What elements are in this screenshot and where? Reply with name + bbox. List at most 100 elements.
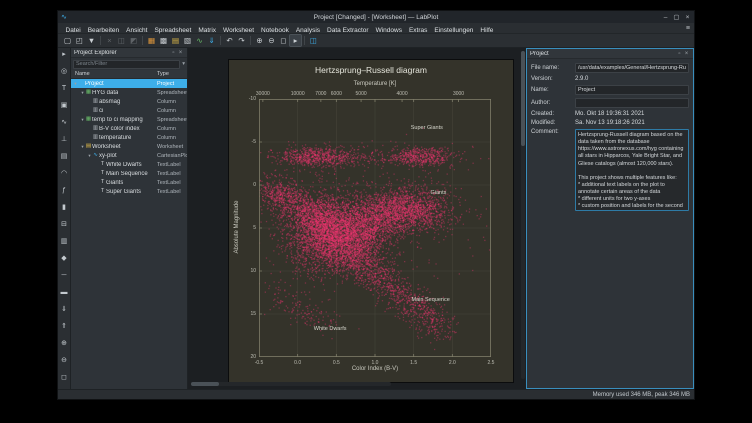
tree-item-type: Column <box>157 135 187 141</box>
zoom-out-tool-icon[interactable]: ⊖ <box>59 356 70 366</box>
import-tool-icon[interactable]: ⇓ <box>59 305 70 315</box>
image-tool-icon[interactable]: ▣ <box>59 101 70 111</box>
legend-tool-icon[interactable]: ▤ <box>59 152 70 162</box>
toolbar-separator <box>250 36 251 45</box>
menu-item-datei[interactable]: Datei <box>62 27 84 34</box>
project-name-input[interactable] <box>575 85 689 95</box>
text-label-tool-icon[interactable]: T <box>59 84 70 94</box>
created-label: Created: <box>531 111 575 117</box>
tree-row-ci[interactable]: ▥ciColumn <box>71 106 187 115</box>
histogram-tool-icon[interactable]: ▮ <box>59 203 70 213</box>
barplot-tool-icon[interactable]: ▥ <box>59 237 70 247</box>
menu-item-notebook[interactable]: Notebook <box>258 27 293 34</box>
temperature-tick-label: 4000 <box>391 91 413 97</box>
temperature-tick-label: 6000 <box>325 91 347 97</box>
tree-row-white-dwarfs[interactable]: TWhite DwarfsTextLabel <box>71 160 187 169</box>
axis-tool-icon[interactable]: ⊥ <box>59 135 70 145</box>
project-explorer-header[interactable]: Project Explorer ▫ × <box>71 48 187 58</box>
column-header-name[interactable]: Name <box>75 71 90 77</box>
zoom-in-tool-icon[interactable]: ⊕ <box>59 339 70 349</box>
menu-item-worksheet[interactable]: Worksheet <box>220 27 258 34</box>
maximize-button[interactable]: ▢ <box>673 12 680 23</box>
export-tool-icon[interactable]: ⇑ <box>59 322 70 332</box>
column-header-type[interactable]: Type <box>157 71 169 77</box>
horizontal-scrollbar-thumb[interactable] <box>191 382 219 386</box>
author-row: Author: <box>531 98 689 108</box>
scatter-canvas[interactable] <box>259 99 491 357</box>
fit-page-tool-icon[interactable]: ◻ <box>59 373 70 383</box>
modified-row: Modified: Sa. Nov 13 19:18:26 2021 <box>531 120 689 126</box>
top-axis-label: Temperature [K] <box>259 81 491 87</box>
menu-item-analysis[interactable]: Analysis <box>292 27 323 34</box>
labplot-app-icon: ∿ <box>61 14 67 21</box>
menu-item-bearbeiten[interactable]: Bearbeiten <box>84 27 122 34</box>
tree-item-name: White Dwarfs <box>106 162 142 168</box>
tree-row-absmag[interactable]: ▥absmagColumn <box>71 97 187 106</box>
y-tick-label: 0 <box>237 182 256 188</box>
tree-item-type: TextLabel <box>157 180 187 186</box>
menu-item-spreadsheet[interactable]: Spreadsheet <box>151 27 195 34</box>
menu-item-data-extractor[interactable]: Data Extractor <box>324 27 373 34</box>
version-value: 2.9.0 <box>575 76 588 82</box>
tree-item-type: Project <box>157 81 187 87</box>
explorer-close-icon[interactable]: × <box>177 50 184 56</box>
minimize-button[interactable]: – <box>662 12 669 23</box>
project-properties-panel: Project ▫ × File name: Version: 2.9.0 Na… <box>526 48 694 389</box>
properties-float-icon[interactable]: ▫ <box>676 51 683 57</box>
tree-row-temp-to-ci-mapping[interactable]: ▾▦temp to ci mappingSpreadsheet <box>71 115 187 124</box>
file-name-input[interactable] <box>575 63 689 73</box>
temperature-tick-label: 10000 <box>287 91 309 97</box>
search-filter-input[interactable] <box>73 60 180 69</box>
explorer-float-icon[interactable]: ▫ <box>170 50 177 56</box>
file-name-label: File name: <box>531 65 575 71</box>
tree-row-super-giants[interactable]: TSuper GiantsTextLabel <box>71 187 187 196</box>
hamburger-menu-icon[interactable]: ≡ <box>686 25 690 32</box>
x-axis-label: Color Index (B-V) <box>259 366 491 372</box>
copy-icon[interactable]: ◫ <box>116 35 127 46</box>
close-button[interactable]: × <box>684 12 691 23</box>
plot-annotation-white-dwarfs: White Dwarfs <box>300 326 360 332</box>
menu-item-ansicht[interactable]: Ansicht <box>123 27 151 34</box>
menu-item-matrix[interactable]: Matrix <box>195 27 220 34</box>
author-input[interactable] <box>575 98 689 108</box>
properties-header[interactable]: Project ▫ × <box>527 49 693 59</box>
name-row: Name: <box>531 85 689 95</box>
worksheet-page[interactable]: Hertzsprung–Russell diagram Temperature … <box>229 60 513 382</box>
tree-row-giants[interactable]: TGiantsTextLabel <box>71 178 187 187</box>
tree-row-hyg-data[interactable]: ▾▦HYG dataSpreadsheet <box>71 88 187 97</box>
menu-item-windows[interactable]: Windows <box>372 27 405 34</box>
menu-item-einstellungen[interactable]: Einstellungen <box>431 27 477 34</box>
reference-range-tool-icon[interactable]: ▬ <box>59 288 70 298</box>
vertical-scrollbar[interactable] <box>521 51 525 379</box>
project-explorer-title: Project Explorer <box>74 50 170 56</box>
menu-item-hilfe[interactable]: Hilfe <box>477 27 497 34</box>
curve-tool-icon[interactable]: ∿ <box>59 118 70 128</box>
comment-textarea[interactable]: Hertzsprung-Russell diagram based on the… <box>575 129 689 211</box>
tree-row-main-sequence[interactable]: TMain SequenceTextLabel <box>71 169 187 178</box>
worksheet-view: Hertzsprung–Russell diagram Temperature … <box>188 48 526 389</box>
properties-close-icon[interactable]: × <box>683 51 690 57</box>
paste-icon[interactable]: ◩ <box>128 35 139 46</box>
function-tool-icon[interactable]: ƒ <box>59 186 70 196</box>
vertical-scrollbar-thumb[interactable] <box>521 51 525 146</box>
horizontal-scrollbar[interactable] <box>191 382 391 386</box>
tree-row-worksheet[interactable]: ▾▤WorksheetWorksheet <box>71 142 187 151</box>
crosshair-tool-icon[interactable]: ◎ <box>59 67 70 77</box>
fit-tool-icon[interactable]: ◠ <box>59 169 70 179</box>
tree-row-project[interactable]: ▾▣ProjectProject <box>71 79 187 88</box>
tree-row-b-v-color-index[interactable]: ▥B-V color indexColumn <box>71 124 187 133</box>
reference-line-tool-icon[interactable]: ─ <box>59 271 70 281</box>
info-element-tool-icon[interactable]: ◆ <box>59 254 70 264</box>
tree-row-xy-plot[interactable]: ▾∿xy-plotCartesianPlot <box>71 151 187 160</box>
menu-item-extras[interactable]: Extras <box>405 27 430 34</box>
cut-icon[interactable]: × <box>104 35 115 46</box>
tree-item-type: Worksheet <box>157 144 187 150</box>
tree-row-temperature[interactable]: ▥temperatureColumn <box>71 133 187 142</box>
tree-item-type: Column <box>157 99 187 105</box>
filter-icon[interactable]: ▾ <box>182 61 185 67</box>
tree-item-type: Column <box>157 126 187 132</box>
select-tool-icon[interactable]: ▸ <box>59 50 70 60</box>
worksheet-tools-strip: ▸ ◎ T ▣ ∿ ⊥ ▤ ◠ ƒ ▮ ⊟ ▥ ◆ ─ ▬ ⇓ ⇑ ⊕ ⊖ ◻ <box>58 48 71 389</box>
column-icon: ▥ <box>92 124 99 133</box>
boxplot-tool-icon[interactable]: ⊟ <box>59 220 70 230</box>
